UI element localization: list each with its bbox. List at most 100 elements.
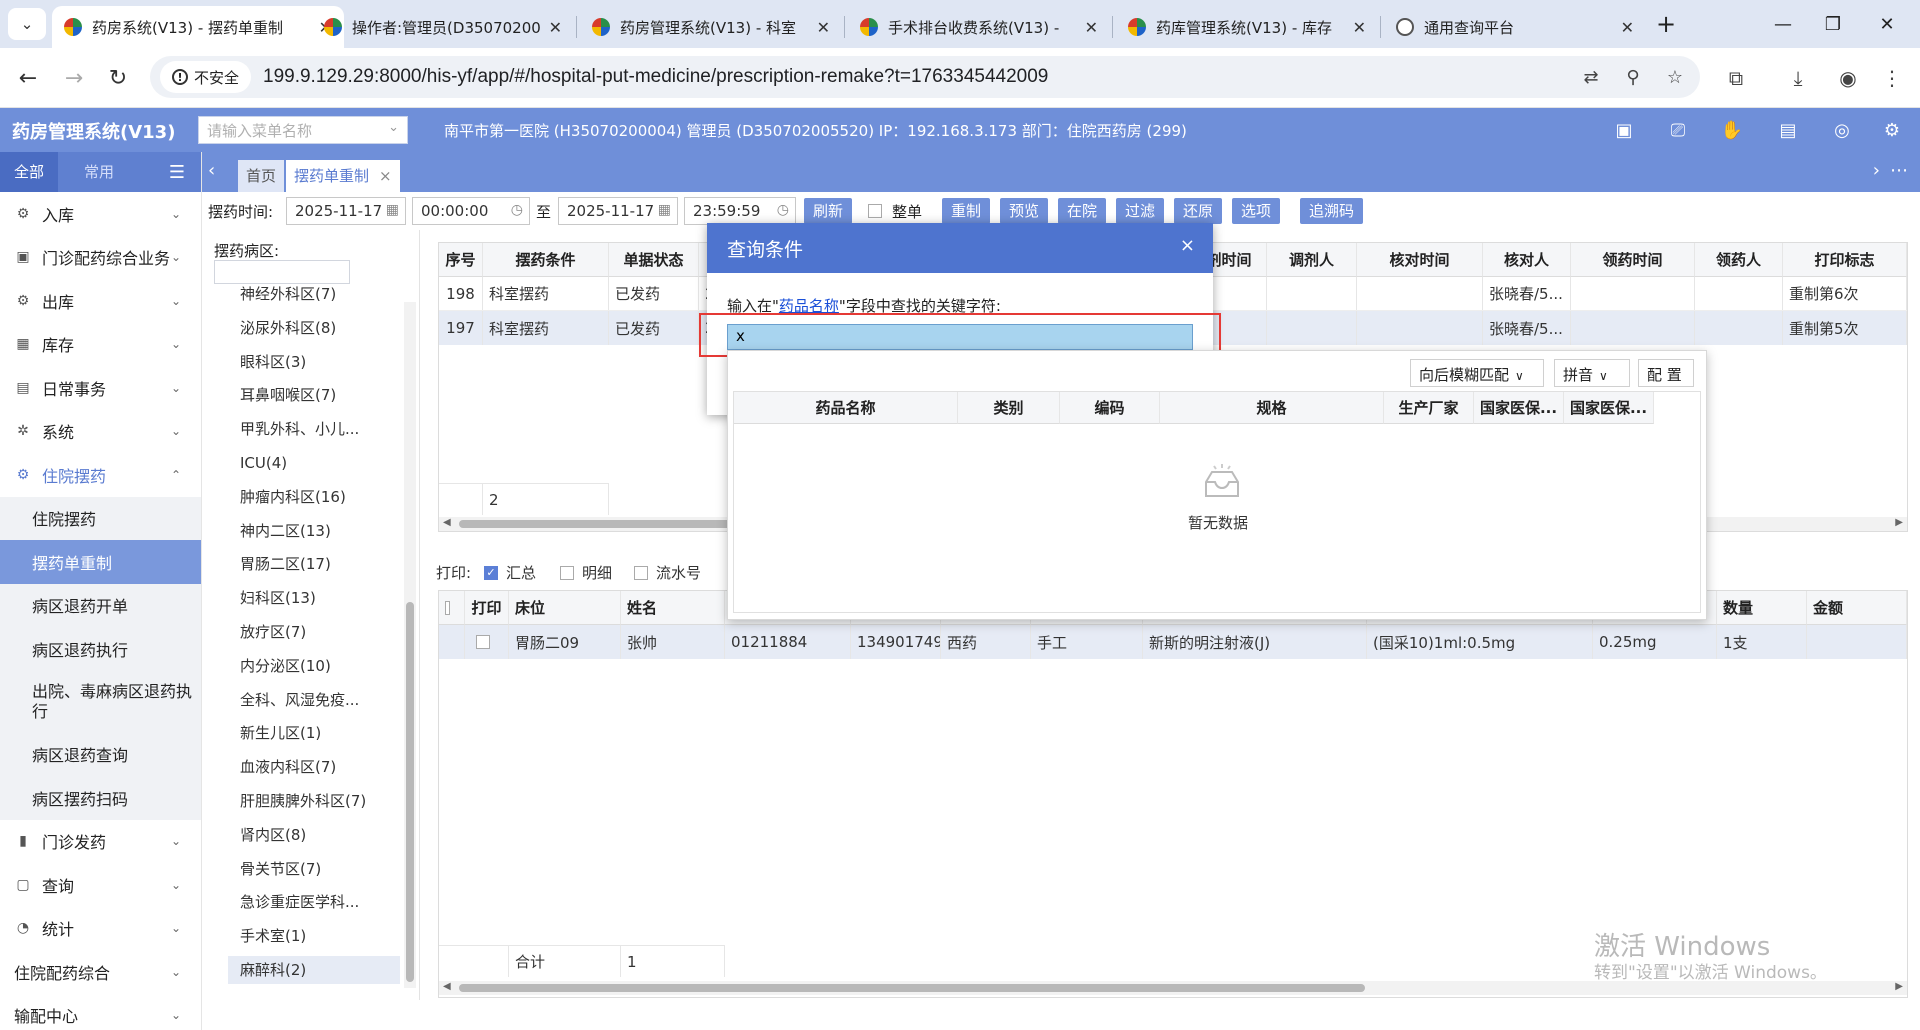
browser-tab-6[interactable]: 通用查询平台 ✕ bbox=[1384, 6, 1646, 48]
more-menu-icon[interactable]: ⋮ bbox=[1876, 62, 1908, 94]
ward-item[interactable]: 胃肠二区(17) bbox=[240, 550, 331, 578]
tab-home[interactable]: 首页 bbox=[238, 160, 285, 192]
ward-item[interactable]: ICU(4) bbox=[240, 449, 287, 477]
start-time-input[interactable]: 00:00:00 ◷ bbox=[412, 197, 530, 225]
translate-icon[interactable]: ⇄ bbox=[1580, 66, 1602, 88]
trace-code-button[interactable]: 追溯码 bbox=[1300, 198, 1364, 224]
sidebar-subitem-inpatient-dispensing[interactable]: 住院摆药 bbox=[0, 496, 201, 540]
sidebar-subitem-discharge-return[interactable]: 出院、毒麻病区退药执行 bbox=[0, 670, 201, 733]
ward-item[interactable]: 耳鼻咽喉区(7) bbox=[240, 381, 336, 409]
close-icon[interactable]: × bbox=[1180, 235, 1195, 256]
scrollbar-thumb[interactable] bbox=[459, 520, 759, 528]
column-header[interactable]: 国家医保... bbox=[1474, 392, 1564, 424]
ward-item[interactable]: 眼科区(3) bbox=[240, 348, 306, 376]
zoom-icon[interactable]: ⚲ bbox=[1622, 66, 1644, 88]
ward-item[interactable]: 神经外科区(7) bbox=[240, 280, 336, 308]
ward-item[interactable]: 甲乳外科、小儿... bbox=[240, 415, 359, 443]
ward-item[interactable]: 麻醉科(2) bbox=[228, 956, 400, 984]
ward-item[interactable]: 急诊重症医学科... bbox=[240, 888, 359, 916]
ward-item[interactable]: 肿瘤内科区(16) bbox=[240, 483, 346, 511]
horizontal-scrollbar[interactable]: ◀ ▶ bbox=[439, 981, 1907, 995]
sidebar-item-infusion-center[interactable]: 输配中心 ⌄ bbox=[0, 994, 201, 1030]
bookmark-star-icon[interactable]: ☆ bbox=[1664, 66, 1686, 88]
scroll-left-icon[interactable]: ◀ bbox=[443, 981, 451, 992]
sidebar-item-inventory[interactable]: ▦ 库存 ⌄ bbox=[0, 323, 201, 367]
menu-search-input[interactable]: 请输入菜单名称 ⌄ bbox=[198, 116, 408, 144]
select-all-checkbox[interactable] bbox=[439, 591, 465, 625]
column-header[interactable]: 单据状态 bbox=[609, 243, 699, 277]
column-header[interactable]: 药品名称 bbox=[734, 392, 958, 424]
back-button[interactable]: ← bbox=[12, 62, 44, 94]
close-icon[interactable]: ✕ bbox=[1353, 18, 1366, 37]
column-header[interactable]: 编码 bbox=[1060, 392, 1160, 424]
close-icon[interactable]: ✕ bbox=[549, 18, 562, 37]
scrollbar-thumb[interactable] bbox=[406, 602, 414, 982]
column-header[interactable]: 床位 bbox=[509, 591, 621, 625]
column-header[interactable]: 打印标志 bbox=[1783, 243, 1907, 277]
hand-icon[interactable]: ✋ bbox=[1720, 118, 1744, 142]
sidebar-item-inbound[interactable]: ⚙ 入库 ⌄ bbox=[0, 192, 201, 236]
sidebar-item-outpatient-dispense[interactable]: ▮ 门诊发药 ⌄ bbox=[0, 820, 201, 864]
match-mode-select[interactable]: 向后模糊匹配 ∨ bbox=[1410, 359, 1544, 387]
sidebar-item-outbound[interactable]: ⚙ 出库 ⌄ bbox=[0, 279, 201, 323]
sidebar-subitem-ward-return-order[interactable]: 病区退药开单 bbox=[0, 583, 201, 627]
sidebar-item-inpatient-comprehensive[interactable]: 住院配药综合 ⌄ bbox=[0, 950, 201, 994]
in-hospital-button[interactable]: 在院 bbox=[1058, 198, 1107, 224]
browser-tab-4[interactable]: 手术排台收费系统(V13) - ✕ bbox=[848, 6, 1110, 48]
column-header[interactable]: 金额 bbox=[1807, 591, 1907, 625]
sidebar-subitem-remake[interactable]: 摆药单重制 bbox=[0, 540, 201, 584]
tab-remake[interactable]: 摆药单重制 × bbox=[286, 160, 400, 192]
ward-item[interactable]: 肝胆胰脾外科区(7) bbox=[240, 787, 366, 815]
chevron-right-icon[interactable]: › bbox=[1873, 160, 1880, 181]
scrollbar-thumb[interactable] bbox=[459, 984, 1365, 992]
column-header[interactable]: 摆药条件 bbox=[483, 243, 609, 277]
browser-tab-2[interactable]: 操作者:管理员(D35070200 ✕ bbox=[312, 6, 574, 48]
sidebar-tab-all[interactable]: 全部 bbox=[0, 152, 59, 192]
sidebar-subitem-ward-return-execute[interactable]: 病区退药执行 bbox=[0, 627, 201, 671]
column-header[interactable]: 调剂人 bbox=[1267, 243, 1357, 277]
ward-item[interactable]: 神内二区(13) bbox=[240, 517, 331, 545]
column-header[interactable]: 生产厂家 bbox=[1384, 392, 1474, 424]
column-header[interactable]: 打印 bbox=[465, 591, 509, 625]
detail-checkbox[interactable]: 明细 bbox=[560, 562, 612, 583]
column-header[interactable]: 国家医保... bbox=[1564, 392, 1654, 424]
chevron-left-icon[interactable]: ‹ bbox=[208, 160, 215, 181]
close-icon[interactable]: × bbox=[379, 167, 392, 185]
profile-icon[interactable]: ◉ bbox=[1832, 62, 1864, 94]
window-close-button[interactable]: ✕ bbox=[1862, 8, 1912, 40]
column-header[interactable]: 数量 bbox=[1717, 591, 1807, 625]
options-button[interactable]: 选项 bbox=[1232, 198, 1281, 224]
scroll-right-icon[interactable]: ▶ bbox=[1895, 981, 1903, 992]
reload-button[interactable]: ↻ bbox=[102, 62, 134, 94]
ward-item[interactable]: 内分泌区(10) bbox=[240, 652, 331, 680]
ward-item[interactable]: 新生儿区(1) bbox=[240, 719, 321, 747]
column-header[interactable]: 序号 bbox=[439, 243, 483, 277]
minimize-button[interactable]: — bbox=[1758, 8, 1808, 40]
sidebar-subitem-ward-return-query[interactable]: 病区退药查询 bbox=[0, 732, 201, 776]
scroll-right-icon[interactable]: ▶ bbox=[1895, 517, 1903, 528]
browser-tab-3[interactable]: 药房管理系统(V13) - 科室 ✕ bbox=[580, 6, 842, 48]
ward-item[interactable]: 血液内科区(7) bbox=[240, 753, 336, 781]
restore-button[interactable]: ❐ bbox=[1808, 8, 1858, 40]
forward-button[interactable]: → bbox=[58, 62, 90, 94]
close-icon[interactable]: ✕ bbox=[817, 18, 830, 37]
sidebar-item-outpatient-dispensing[interactable]: ▣ 门诊配药综合业务 ⌄ bbox=[0, 236, 201, 280]
sidebar-item-statistics[interactable]: ◔ 统计 ⌄ bbox=[0, 907, 201, 951]
config-button[interactable]: 配 置 bbox=[1638, 359, 1694, 387]
column-header[interactable]: 规格 bbox=[1160, 392, 1384, 424]
table-row[interactable]: 胃肠二09 张帅 01211884 134901749 西药 手工 新斯的明注射… bbox=[439, 625, 1907, 659]
settings-icon[interactable]: ⚙ bbox=[1880, 118, 1904, 142]
close-icon[interactable]: ✕ bbox=[1085, 18, 1098, 37]
tab-search-button[interactable]: ⌄ bbox=[8, 8, 46, 40]
more-icon[interactable]: ⋯ bbox=[1890, 160, 1908, 181]
browser-tab-5[interactable]: 药库管理系统(V13) - 库存 ✕ bbox=[1116, 6, 1378, 48]
scroll-left-icon[interactable]: ◀ bbox=[443, 517, 451, 528]
sidebar-subitem-ward-scan[interactable]: 病区摆药扫码 bbox=[0, 776, 201, 820]
ward-item[interactable]: 泌尿外科区(8) bbox=[240, 314, 336, 342]
filter-button[interactable]: 过滤 bbox=[1116, 198, 1165, 224]
menu-icon[interactable]: ☰ bbox=[169, 162, 185, 183]
end-date-input[interactable]: 2025-11-17 ▦ bbox=[558, 197, 678, 225]
document-icon[interactable]: ▤ bbox=[1776, 118, 1800, 142]
security-indicator[interactable]: ! 不安全 bbox=[160, 61, 252, 93]
ward-item[interactable]: 妇科区(13) bbox=[240, 584, 316, 612]
